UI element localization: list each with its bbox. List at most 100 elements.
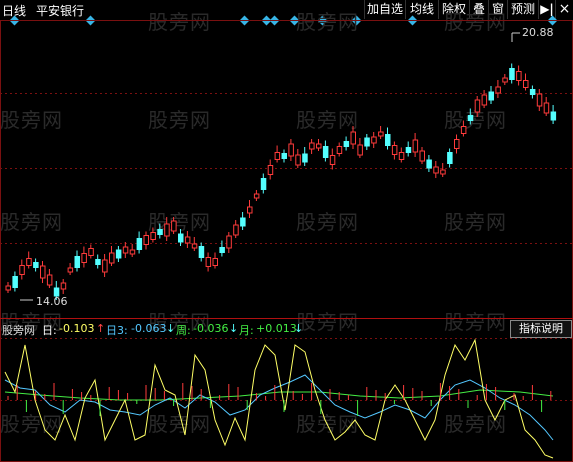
candle-body: [536, 93, 543, 107]
high-price-label: 20.88: [522, 26, 554, 39]
candle-body: [481, 94, 488, 106]
candle-body: [398, 152, 405, 160]
candle-body: [329, 155, 336, 165]
candle-body: [226, 235, 232, 249]
candle-body: [385, 134, 391, 146]
candle-body: [529, 89, 536, 95]
indicator-help-button[interactable]: 指标说明: [510, 320, 572, 338]
candle-body: [543, 102, 550, 114]
day3-value: -0.063: [131, 322, 167, 335]
candle-body: [178, 233, 184, 243]
candle-body: [26, 258, 32, 266]
candle-body: [5, 285, 11, 291]
candle-body: [440, 169, 446, 175]
candle-body: [136, 238, 143, 250]
day-value: -0.103: [59, 322, 95, 335]
candle-body: [371, 136, 377, 144]
candle-body: [322, 146, 329, 158]
candle-body: [171, 220, 177, 232]
candle-body: [184, 236, 191, 244]
day-label: 日:: [42, 324, 57, 337]
candle-body: [19, 265, 25, 275]
candle-body: [488, 91, 494, 101]
indicator-name: 股旁网: [2, 324, 35, 337]
candle-body: [281, 153, 287, 159]
candle-body: [247, 206, 253, 214]
candle-body: [46, 274, 53, 286]
candle-body: [509, 68, 515, 80]
candle-body: [378, 131, 384, 137]
candle-body: [550, 111, 557, 121]
candle-body: [129, 249, 136, 255]
candle-body: [191, 243, 198, 249]
candle-body: [495, 86, 501, 94]
low-price-label: 14.06: [36, 295, 68, 308]
down-arrow-icon: ↓: [294, 322, 304, 335]
candle-body: [253, 193, 260, 199]
candle-body: [212, 258, 218, 266]
candle-body: [433, 166, 439, 174]
candlestick-series: [5, 63, 557, 300]
candle-body: [164, 223, 170, 237]
candle-body: [467, 115, 474, 121]
candle-body: [150, 232, 156, 240]
candle-body: [447, 152, 453, 164]
down-arrow-icon: ↓: [166, 322, 176, 335]
month-value: +0.013: [256, 322, 297, 335]
day-line: [4, 338, 554, 459]
candle-body: [12, 276, 18, 288]
candle-body: [309, 142, 315, 150]
candle-body: [122, 246, 129, 254]
candle-body: [502, 77, 508, 83]
candle-body: [454, 139, 460, 149]
week-label: 周:: [176, 324, 191, 337]
candle-body: [219, 247, 225, 253]
candle-body: [60, 282, 67, 290]
candle-body: [288, 143, 294, 157]
candle-body: [316, 143, 322, 149]
candle-body: [474, 99, 481, 113]
candle-body: [115, 249, 122, 259]
down-arrow-icon: ↓: [229, 322, 239, 335]
candle-body: [40, 265, 46, 279]
candle-body: [198, 246, 205, 258]
candle-body: [33, 262, 39, 268]
up-arrow-icon: ↑: [96, 322, 106, 335]
candle-body: [95, 259, 101, 265]
candle-body: [260, 178, 267, 190]
candle-body: [350, 131, 356, 145]
candle-body: [102, 259, 108, 273]
candle-body: [81, 253, 87, 263]
candle-body: [405, 147, 412, 153]
candle-body: [240, 217, 246, 227]
candle-body: [336, 146, 343, 154]
candle-body: [74, 256, 80, 268]
candle-body: [88, 248, 94, 256]
candle-body: [412, 139, 419, 153]
candle-body: [205, 257, 212, 267]
candle-body: [295, 154, 301, 166]
candle-body: [109, 252, 115, 264]
candle-body: [419, 150, 425, 162]
candle-body: [343, 141, 350, 147]
candle-body: [67, 267, 74, 273]
week-value: -0.036: [193, 322, 229, 335]
candle-body: [357, 144, 363, 156]
kline-chart[interactable]: [0, 0, 573, 462]
month-label: 月:: [239, 324, 254, 337]
candle-body: [391, 145, 398, 155]
candle-body: [157, 229, 163, 235]
day3-label: 日3:: [106, 324, 128, 337]
indicator-series: [4, 338, 554, 459]
candle-body: [302, 153, 308, 163]
candle-body: [523, 80, 529, 88]
candle-body: [233, 224, 239, 236]
candle-body: [267, 165, 274, 175]
candle-body: [143, 235, 149, 245]
candle-body: [426, 159, 432, 169]
day3-line: [4, 374, 554, 441]
candle-body: [460, 126, 467, 134]
candle-body: [274, 152, 281, 160]
candle-body: [364, 137, 370, 147]
candle-body: [516, 71, 522, 81]
